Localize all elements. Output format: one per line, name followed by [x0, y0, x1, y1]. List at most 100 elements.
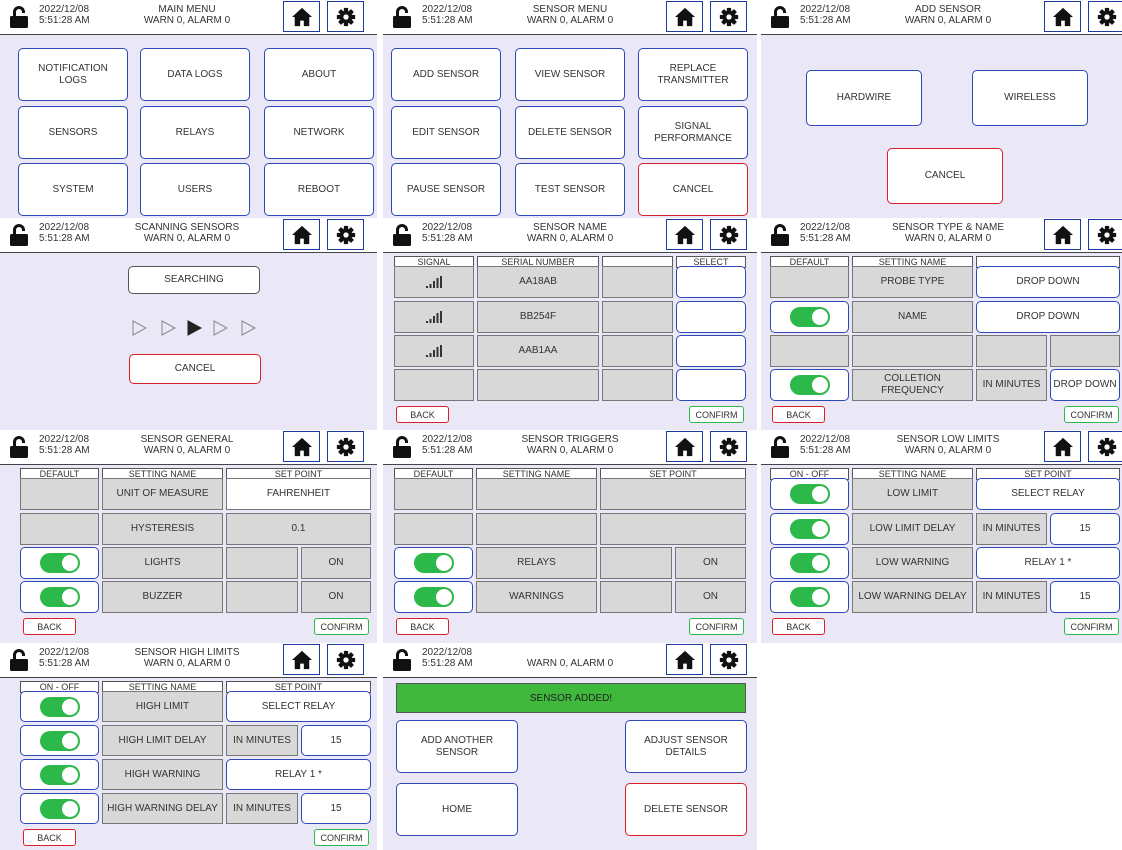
signal-performance-button[interactable]: SIGNAL PERFORMANCE	[638, 106, 748, 159]
probe-type-dropdown[interactable]: DROP DOWN	[976, 266, 1120, 298]
on-off-toggle[interactable]	[40, 799, 80, 819]
cancel-button[interactable]: CANCEL	[129, 354, 261, 384]
frequency-dropdown[interactable]: DROP DOWN	[1050, 369, 1120, 401]
settings-button[interactable]	[710, 1, 747, 32]
view-sensor-button[interactable]: VIEW SENSOR	[515, 48, 625, 101]
pause-sensor-button[interactable]: PAUSE SENSOR	[391, 163, 501, 216]
test-sensor-button[interactable]: TEST SENSOR	[515, 163, 625, 216]
default-toggle[interactable]	[40, 587, 80, 607]
on-off-toggle[interactable]	[40, 765, 80, 785]
home-button[interactable]	[1044, 1, 1081, 32]
home-button[interactable]	[666, 644, 703, 675]
high-limit-relay-select[interactable]: SELECT RELAY	[226, 691, 371, 722]
delete-sensor-button[interactable]: DELETE SENSOR	[625, 783, 747, 836]
on-off-toggle[interactable]	[790, 519, 830, 539]
data-logs-button[interactable]: DATA LOGS	[140, 48, 250, 101]
confirm-button[interactable]: CONFIRM	[314, 829, 369, 846]
settings-button[interactable]	[327, 644, 364, 675]
settings-button[interactable]	[327, 1, 364, 32]
relays-button[interactable]: RELAYS	[140, 106, 250, 159]
select-checkbox[interactable]	[676, 335, 746, 367]
settings-button[interactable]	[327, 431, 364, 462]
settings-button[interactable]	[710, 219, 747, 250]
default-toggle[interactable]	[790, 307, 830, 327]
home-button[interactable]	[283, 431, 320, 462]
unlock-icon[interactable]	[392, 5, 412, 29]
home-button[interactable]	[283, 219, 320, 250]
back-button[interactable]: BACK	[772, 618, 825, 635]
unlock-icon[interactable]	[770, 223, 790, 247]
select-checkbox[interactable]	[676, 369, 746, 401]
settings-button[interactable]	[1088, 219, 1122, 250]
delete-sensor-button[interactable]: DELETE SENSOR	[515, 106, 625, 159]
unlock-icon[interactable]	[392, 648, 412, 672]
edit-sensor-button[interactable]: EDIT SENSOR	[391, 106, 501, 159]
home-button[interactable]	[666, 1, 703, 32]
confirm-button[interactable]: CONFIRM	[1064, 406, 1119, 423]
home-button[interactable]	[283, 644, 320, 675]
high-warning-delay-input[interactable]: 15	[301, 793, 371, 824]
cancel-button[interactable]: CANCEL	[638, 163, 748, 216]
on-off-toggle[interactable]	[40, 731, 80, 751]
network-button[interactable]: NETWORK	[264, 106, 374, 159]
settings-button[interactable]	[1088, 431, 1122, 462]
back-button[interactable]: BACK	[396, 406, 449, 423]
add-another-sensor-button[interactable]: ADD ANOTHER SENSOR	[396, 720, 518, 773]
default-toggle[interactable]	[40, 553, 80, 573]
back-button[interactable]: BACK	[23, 618, 76, 635]
unit-of-measure-value[interactable]: FAHRENHEIT	[226, 478, 371, 510]
settings-button[interactable]	[710, 644, 747, 675]
users-button[interactable]: USERS	[140, 163, 250, 216]
unlock-icon[interactable]	[9, 5, 29, 29]
on-off-toggle[interactable]	[790, 553, 830, 573]
sensors-button[interactable]: SENSORS	[18, 106, 128, 159]
system-button[interactable]: SYSTEM	[18, 163, 128, 216]
replace-transmitter-button[interactable]: REPLACE TRANSMITTER	[638, 48, 748, 101]
unlock-icon[interactable]	[9, 223, 29, 247]
home-button[interactable]	[666, 431, 703, 462]
notification-logs-button[interactable]: NOTIFICATION LOGS	[18, 48, 128, 101]
back-button[interactable]: BACK	[772, 406, 825, 423]
home-button[interactable]	[1044, 431, 1081, 462]
settings-button[interactable]	[1088, 1, 1122, 32]
wireless-button[interactable]: WIRELESS	[972, 70, 1088, 126]
home-nav-button[interactable]: HOME	[396, 783, 518, 836]
settings-button[interactable]	[710, 431, 747, 462]
default-toggle[interactable]	[414, 553, 454, 573]
adjust-sensor-details-button[interactable]: ADJUST SENSOR DETAILS	[625, 720, 747, 773]
low-warning-relay-select[interactable]: RELAY 1 *	[976, 547, 1120, 579]
high-limit-delay-input[interactable]: 15	[301, 725, 371, 756]
home-button[interactable]	[666, 219, 703, 250]
name-dropdown[interactable]: DROP DOWN	[976, 301, 1120, 333]
home-button[interactable]	[1044, 219, 1081, 250]
unlock-icon[interactable]	[392, 435, 412, 459]
unlock-icon[interactable]	[9, 648, 29, 672]
unlock-icon[interactable]	[9, 435, 29, 459]
low-warning-delay-input[interactable]: 15	[1050, 581, 1120, 613]
on-off-toggle[interactable]	[790, 587, 830, 607]
high-warning-relay-select[interactable]: RELAY 1 *	[226, 759, 371, 790]
unlock-icon[interactable]	[770, 5, 790, 29]
home-button[interactable]	[283, 1, 320, 32]
select-checkbox[interactable]	[676, 266, 746, 298]
hardwire-button[interactable]: HARDWIRE	[806, 70, 922, 126]
back-button[interactable]: BACK	[23, 829, 76, 846]
low-limit-relay-select[interactable]: SELECT RELAY	[976, 478, 1120, 510]
add-sensor-button[interactable]: ADD SENSOR	[391, 48, 501, 101]
on-off-toggle[interactable]	[40, 697, 80, 717]
unlock-icon[interactable]	[392, 223, 412, 247]
confirm-button[interactable]: CONFIRM	[314, 618, 369, 635]
default-toggle[interactable]	[414, 587, 454, 607]
confirm-button[interactable]: CONFIRM	[689, 618, 744, 635]
confirm-button[interactable]: CONFIRM	[1064, 618, 1119, 635]
on-off-toggle[interactable]	[790, 484, 830, 504]
unlock-icon[interactable]	[770, 435, 790, 459]
default-toggle[interactable]	[790, 375, 830, 395]
select-checkbox[interactable]	[676, 301, 746, 333]
about-button[interactable]: ABOUT	[264, 48, 374, 101]
cancel-button[interactable]: CANCEL	[887, 148, 1003, 204]
reboot-button[interactable]: REBOOT	[264, 163, 374, 216]
back-button[interactable]: BACK	[396, 618, 449, 635]
confirm-button[interactable]: CONFIRM	[689, 406, 744, 423]
settings-button[interactable]	[327, 219, 364, 250]
